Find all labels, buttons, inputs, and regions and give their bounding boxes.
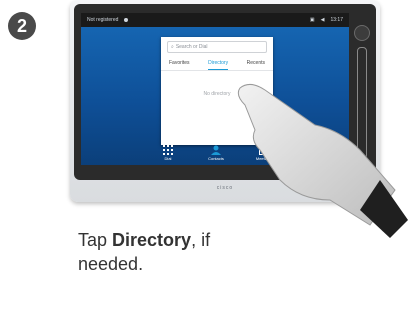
search-placeholder: Search or Dial	[175, 44, 208, 50]
step-number-badge: 2	[8, 12, 36, 40]
speaker-icon[interactable]: ◀	[321, 17, 325, 23]
camera-icon[interactable]: ▣	[310, 17, 315, 23]
status-text: Not registered	[87, 17, 119, 23]
keypad-icon	[163, 145, 173, 155]
status-dot-icon	[124, 18, 129, 22]
caption-suffix: , if	[191, 230, 211, 250]
instruction-caption: Tap Directory, if needed.	[78, 228, 210, 276]
tab-favorites[interactable]: Favorites	[169, 60, 190, 70]
caption-prefix: Tap	[78, 230, 113, 250]
clock: 13:17	[330, 17, 343, 23]
contacts-tabs: Favorites Directory Recents	[161, 57, 273, 71]
nav-dial-button[interactable]: Dial	[151, 145, 185, 165]
pointing-hand-illustration	[237, 84, 408, 238]
search-icon: ⌕	[171, 44, 174, 50]
tab-recents[interactable]: Recents	[247, 60, 265, 70]
tab-directory[interactable]: Directory	[208, 60, 229, 70]
status-bar: Not registered ▣ ◀ 13:17	[81, 13, 349, 27]
caption-line2: needed.	[78, 254, 144, 274]
search-input[interactable]: ⌕ Search or Dial	[167, 41, 267, 53]
nav-dial-label: Dial	[164, 156, 172, 161]
mute-microphone-button[interactable]	[354, 25, 370, 41]
caption-bold: Directory	[112, 230, 192, 250]
